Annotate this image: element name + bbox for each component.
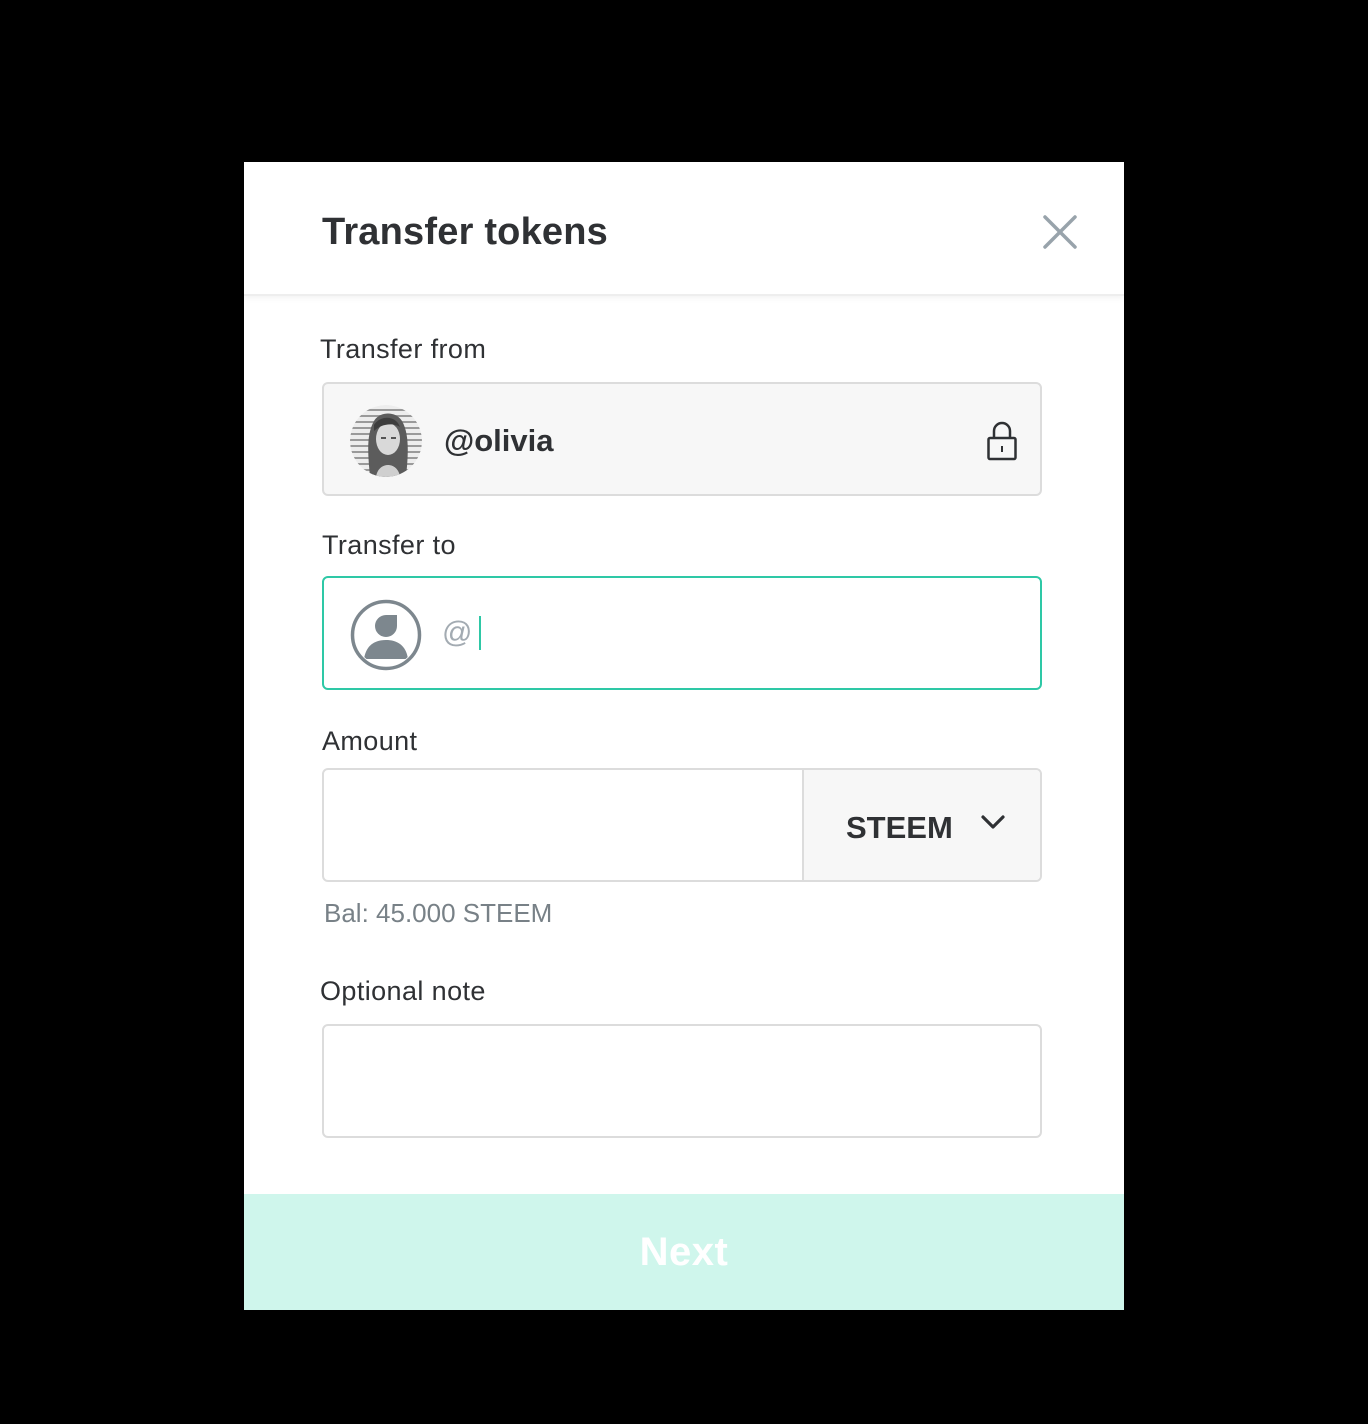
transfer-from-label: Transfer from: [320, 334, 487, 364]
transfer-dialog: Transfer tokens Transfer from @olivia Tr…: [244, 162, 1124, 1310]
user-placeholder-icon: [350, 599, 422, 671]
lock-icon: [987, 421, 1017, 461]
dialog-header: Transfer tokens: [244, 162, 1124, 296]
sender-avatar: [350, 405, 422, 477]
note-input[interactable]: [322, 1024, 1042, 1138]
chevron-down-icon: [981, 815, 1005, 829]
currency-select[interactable]: STEEM: [802, 770, 1040, 880]
amount-input[interactable]: [324, 770, 802, 880]
currency-label: STEEM: [846, 810, 953, 845]
sender-username: @olivia: [444, 423, 554, 458]
note-label: Optional note: [320, 976, 486, 1006]
amount-field: STEEM: [322, 768, 1042, 882]
recipient-input[interactable]: [442, 608, 1002, 658]
next-button[interactable]: Next: [244, 1194, 1124, 1310]
dialog-title: Transfer tokens: [322, 211, 608, 253]
text-cursor: [479, 616, 481, 650]
transfer-to-field: [322, 576, 1042, 690]
transfer-from-field: @olivia: [322, 382, 1042, 496]
transfer-to-label: Transfer to: [322, 530, 456, 560]
close-icon: [1043, 215, 1077, 249]
recipient-avatar: [350, 599, 422, 671]
close-button[interactable]: [1040, 212, 1080, 252]
balance-text: Bal: 45.000 STEEM: [324, 898, 553, 928]
amount-label: Amount: [322, 726, 418, 756]
